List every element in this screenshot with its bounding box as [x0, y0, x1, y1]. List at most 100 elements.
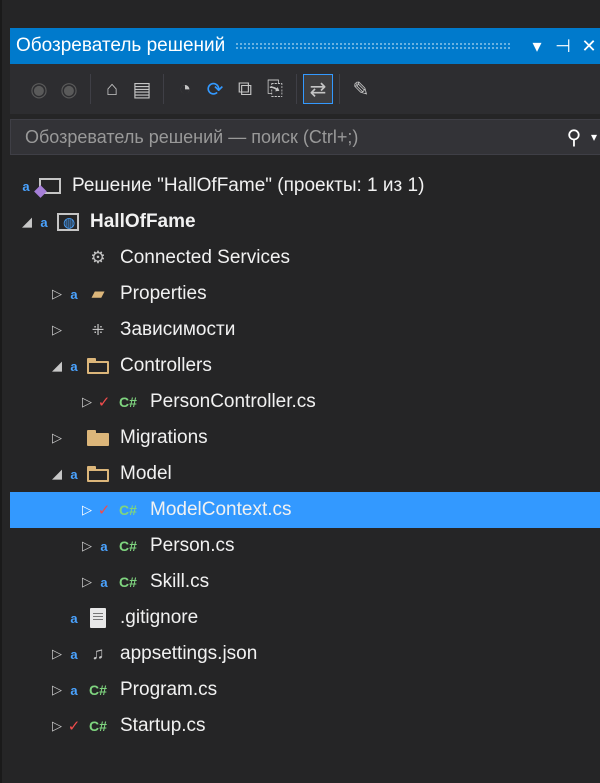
expand-arrow-icon[interactable]: ▷ [48, 430, 66, 446]
pending-edit-check-icon: ✓ [97, 394, 111, 411]
tree-item[interactable]: ◢ a Controllers [10, 348, 600, 384]
drag-grip[interactable] [235, 41, 510, 51]
tree-item-label: Решение "HallOfFame" (проекты: 1 из 1) [72, 175, 425, 196]
tree-item[interactable]: a Решение "HallOfFame" (проекты: 1 из 1) [10, 168, 600, 204]
tree-item-label: Startup.cs [120, 715, 206, 736]
panel-title-bar[interactable]: Обозреватель решений ▾ ⊣ ✕ [10, 28, 600, 64]
csharp-file-icon: C# [89, 682, 107, 698]
search-icon[interactable]: ⚲ [561, 125, 587, 150]
tree-item-label: Program.cs [120, 679, 218, 700]
tree-item-label: PersonController.cs [150, 391, 316, 412]
source-control-lock-icon: a [22, 178, 30, 194]
csharp-file-icon: C# [119, 502, 137, 518]
dependencies-icon: ⁜ [91, 322, 105, 339]
collapse-all-icon[interactable]: ⧉ [230, 74, 260, 104]
panel-title: Обозреватель решений [16, 35, 226, 56]
csharp-file-icon: C# [89, 718, 107, 734]
switch-views-icon[interactable]: ▤ [127, 74, 157, 104]
folder-open-icon [86, 464, 110, 484]
tree-item[interactable]: ▷ ✓ C# PersonController.cs [10, 384, 600, 420]
solution-icon [38, 176, 62, 196]
tree-item-label: HallOfFame [90, 211, 196, 232]
tree-item[interactable]: ▷ a C# Skill.cs [10, 564, 600, 600]
tree-item-label: Controllers [120, 355, 212, 376]
tree-item[interactable]: ▷ a C# Person.cs [10, 528, 600, 564]
tree-item[interactable]: ◢a HallOfFame [10, 204, 600, 240]
tree-item-label: Зависимости [120, 319, 236, 340]
tree-item[interactable]: ▷ ⁜ Зависимости [10, 312, 600, 348]
expand-arrow-icon[interactable]: ▷ [78, 502, 96, 518]
pending-changes-icon[interactable]: ◔ [170, 74, 200, 104]
back-icon[interactable]: ◉ [24, 74, 54, 104]
connected-services-icon: ⚙ [90, 248, 106, 267]
window-position-dropdown-icon[interactable]: ▾ [524, 36, 550, 57]
toolbar-separator [296, 74, 297, 104]
toolbar-separator [90, 74, 91, 104]
source-control-lock-icon: a [100, 538, 108, 554]
expand-arrow-icon[interactable]: ▷ [48, 718, 66, 734]
tree-item[interactable]: ▷ Migrations [10, 420, 600, 456]
expand-arrow-icon[interactable]: ▷ [48, 322, 66, 338]
expand-arrow-icon[interactable]: ▷ [78, 394, 96, 410]
text-file-icon [86, 608, 110, 628]
tree-item-label: .gitignore [120, 607, 199, 628]
pending-edit-check-icon: ✓ [67, 718, 81, 735]
web-project-icon [56, 212, 80, 232]
tree-item-label: Model [120, 463, 172, 484]
collapse-arrow-icon[interactable]: ◢ [48, 466, 66, 482]
solution-explorer-toolbar: ◉ ◉ ⌂ ▤ ◔ ⟳ ⧉ ⎘ ⇄ ✎ [10, 64, 600, 114]
source-control-lock-icon: a [70, 646, 78, 662]
pending-edit-check-icon: ✓ [97, 502, 111, 519]
source-control-lock-icon: a [70, 466, 78, 482]
collapse-arrow-icon[interactable]: ◢ [48, 358, 66, 374]
properties-icon: ▰ [91, 284, 105, 303]
tree-item[interactable]: ⚙ Connected Services [10, 240, 600, 276]
solution-tree: a Решение "HallOfFame" (проекты: 1 из 1) ◢… [10, 168, 600, 744]
folder-icon [86, 428, 110, 448]
source-control-lock-icon: a [70, 358, 78, 374]
tree-item-label: appsettings.json [120, 643, 258, 664]
tree-item[interactable]: ▷ ✓ C# Startup.cs [10, 708, 600, 744]
show-all-files-icon[interactable]: ⎘ [260, 74, 290, 104]
close-icon[interactable]: ✕ [576, 36, 600, 57]
json-file-icon: ♫ [91, 644, 105, 663]
tree-item[interactable]: ◢ a Model [10, 456, 600, 492]
expand-arrow-icon[interactable]: ▷ [48, 682, 66, 698]
csharp-file-icon: C# [119, 394, 137, 410]
sync-icon[interactable]: ⟳ [200, 74, 230, 104]
sync-active-document-icon[interactable]: ⇄ [303, 74, 333, 104]
folder-open-icon [86, 356, 110, 376]
search-input[interactable] [11, 125, 561, 149]
solution-explorer-panel: Обозреватель решений ▾ ⊣ ✕ ◉◉ ⌂▤ ◔⟳⧉⎘ ⇄ ✎ ⚲ … [0, 0, 600, 783]
search-box: ⚲ ▾ [10, 119, 600, 155]
pin-icon[interactable]: ⊣ [550, 36, 576, 57]
expand-arrow-icon[interactable]: ▷ [78, 574, 96, 590]
csharp-file-icon: C# [119, 538, 137, 554]
tree-item[interactable]: ▷ a ▰ Properties [10, 276, 600, 312]
source-control-lock-icon: a [100, 574, 108, 590]
expand-arrow-icon[interactable]: ▷ [78, 538, 96, 554]
tree-item[interactable]: ▷ ✓ C# ModelContext.cs [10, 492, 600, 528]
collapse-arrow-icon[interactable]: ◢ [18, 214, 36, 230]
source-control-lock-icon: a [70, 682, 78, 698]
tree-item-label: Skill.cs [150, 571, 210, 592]
tree-item-label: Migrations [120, 427, 208, 448]
forward-icon[interactable]: ◉ [54, 74, 84, 104]
tree-item-label: Person.cs [150, 535, 235, 556]
search-options-icon[interactable]: ▾ [587, 130, 600, 144]
toolbar-separator [163, 74, 164, 104]
tree-item[interactable]: ▷ a ♫ appsettings.json [10, 636, 600, 672]
tree-item[interactable]: a .gitignore [10, 600, 600, 636]
properties-icon[interactable]: ✎ [346, 74, 376, 104]
tree-item[interactable]: ▷ a C# Program.cs [10, 672, 600, 708]
expand-arrow-icon[interactable]: ▷ [48, 286, 66, 302]
tree-item-label: ModelContext.cs [150, 499, 292, 520]
csharp-file-icon: C# [119, 574, 137, 590]
tree-item-label: Properties [120, 283, 207, 304]
source-control-lock-icon: a [70, 610, 78, 626]
toolbar-separator [339, 74, 340, 104]
expand-arrow-icon[interactable]: ▷ [48, 646, 66, 662]
home-icon[interactable]: ⌂ [97, 74, 127, 104]
tree-item-label: Connected Services [120, 247, 291, 268]
source-control-lock-icon: a [70, 286, 78, 302]
